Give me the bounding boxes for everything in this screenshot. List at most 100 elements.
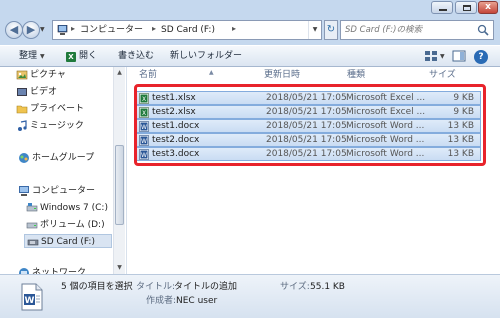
word-file-icon: W <box>139 135 149 146</box>
command-bar: 整理 ▼ X 開く 書き込む 新しいフォルダー ▼ ? <box>0 45 500 67</box>
minimize-icon <box>439 9 447 11</box>
maximize-button[interactable] <box>455 1 477 14</box>
breadcrumb-separator-icon[interactable]: ▸ <box>232 24 236 33</box>
refresh-icon: ↻ <box>326 24 336 35</box>
svg-text:W: W <box>141 152 147 159</box>
explorer-window: x ◀ ▶ ▼ ▸ コンピューター ▸ SD Card (F:) ▸ ▼ ↻ 整… <box>0 0 500 318</box>
column-header-date[interactable]: 更新日時 <box>264 69 300 81</box>
organize-menu[interactable]: 整理 ▼ <box>19 50 45 63</box>
title-value[interactable]: タイトルの追加 <box>174 281 237 293</box>
file-date: 2018/05/21 17:05 <box>266 107 347 117</box>
file-type: Microsoft Word ... <box>346 149 425 159</box>
svg-text:X: X <box>142 96 146 103</box>
address-bar[interactable]: ▸ コンピューター ▸ SD Card (F:) ▸ ▼ <box>52 20 322 40</box>
file-size: 9 KB <box>453 107 474 117</box>
svg-text:W: W <box>141 124 147 131</box>
nav-item-label: ミュージック <box>30 121 84 131</box>
maximize-icon <box>463 5 471 11</box>
nav-item-label: プライベート <box>30 104 85 114</box>
videos-icon <box>17 88 27 96</box>
column-header-label: 名前 <box>139 70 158 80</box>
search-input[interactable] <box>345 23 475 37</box>
file-list-pane: 名前 ▲ 更新日時 種類 サイズ X test1.xlsx 2018/05/21… <box>127 67 500 274</box>
address-history-dropdown[interactable]: ▼ <box>308 21 321 39</box>
file-row-test1-xlsx[interactable]: X test1.xlsx 2018/05/21 17:05 Microsoft … <box>135 91 481 105</box>
file-row-test2-docx[interactable]: W test2.docx 2018/05/21 17:05 Microsoft … <box>135 133 481 147</box>
file-row-test2-xlsx[interactable]: X test2.xlsx 2018/05/21 17:05 Microsoft … <box>135 105 481 119</box>
nav-item-sdcard[interactable]: SD Card (F:) <box>24 234 112 248</box>
file-size: 13 KB <box>447 121 474 131</box>
file-name: test1.docx <box>152 121 200 131</box>
nav-pane-scrollbar[interactable]: ▲ ▼ <box>113 67 125 274</box>
pictures-icon <box>16 70 28 80</box>
nav-item-label: ホームグループ <box>32 153 95 163</box>
file-size: 13 KB <box>447 135 474 145</box>
help-button[interactable]: ? <box>474 50 488 64</box>
scroll-down-icon[interactable]: ▼ <box>114 262 125 274</box>
minimize-button[interactable] <box>431 1 453 14</box>
close-button[interactable]: x <box>478 1 498 14</box>
scrollbar-thumb[interactable] <box>115 145 124 225</box>
recent-pages-dropdown[interactable]: ▼ <box>40 26 45 33</box>
nav-item-label: ネットワーク <box>32 268 87 274</box>
breadcrumb-sdcard[interactable]: SD Card (F:) <box>161 24 215 36</box>
excel-app-icon: X <box>66 52 76 62</box>
size-label: サイズ: <box>280 282 310 292</box>
music-icon <box>18 120 27 131</box>
organize-label: 整理 <box>19 51 38 61</box>
burn-button[interactable]: 書き込む <box>118 50 154 62</box>
burn-label: 書き込む <box>118 51 155 61</box>
size-value: 55.1 KB <box>310 282 345 292</box>
search-box[interactable] <box>340 20 494 40</box>
breadcrumb-computer[interactable]: コンピューター <box>80 24 143 36</box>
excel-file-icon: X <box>139 107 149 118</box>
svg-text:W: W <box>141 138 147 145</box>
breadcrumb-separator-icon[interactable]: ▸ <box>152 24 156 33</box>
computer-icon <box>57 25 68 35</box>
sort-ascending-icon: ▲ <box>209 69 214 76</box>
back-button[interactable]: ◀ <box>5 21 23 39</box>
forward-button[interactable]: ▶ <box>22 21 40 39</box>
author-label: 作成者: <box>146 296 177 306</box>
file-type: Microsoft Excel ... <box>346 107 426 117</box>
view-dropdown-icon[interactable]: ▼ <box>440 53 445 67</box>
new-folder-button[interactable]: 新しいフォルダー <box>170 50 242 62</box>
sdcard-icon <box>27 239 39 246</box>
preview-pane-icon[interactable] <box>452 49 466 63</box>
new-folder-label: 新しいフォルダー <box>170 51 243 61</box>
word-document-icon: W <box>21 283 43 311</box>
drive-icon <box>26 222 38 229</box>
file-name: test3.docx <box>152 149 200 159</box>
scroll-up-icon[interactable]: ▲ <box>114 67 125 79</box>
file-size: 9 KB <box>453 93 474 103</box>
back-arrow-icon: ◀ <box>9 23 19 36</box>
file-row-test3-docx[interactable]: W test3.docx 2018/05/21 17:05 Microsoft … <box>135 147 481 161</box>
selection-count: 5 個の項目を選択 <box>61 282 133 292</box>
open-label: 開く <box>79 51 98 61</box>
column-header-size[interactable]: サイズ <box>429 69 456 81</box>
refresh-button[interactable]: ↻ <box>324 20 338 40</box>
file-name: test2.docx <box>152 135 200 145</box>
open-button[interactable]: X 開く <box>66 50 97 62</box>
nav-item-label: ピクチャ <box>30 70 66 80</box>
file-type: Microsoft Word ... <box>346 135 425 145</box>
search-icon <box>477 24 489 36</box>
view-options-icon[interactable] <box>424 49 438 63</box>
file-date: 2018/05/21 17:05 <box>266 135 347 145</box>
title-label: タイトル: <box>136 282 176 292</box>
nav-item-label: コンピューター <box>32 186 96 196</box>
folder-icon <box>16 105 28 114</box>
column-header-name[interactable]: 名前 ▲ <box>139 69 214 81</box>
author-value[interactable]: NEC user <box>176 295 217 307</box>
file-row-test1-docx[interactable]: W test1.docx 2018/05/21 17:05 Microsoft … <box>135 119 481 133</box>
svg-text:W: W <box>25 296 35 306</box>
breadcrumb-separator-icon[interactable]: ▸ <box>71 24 75 33</box>
close-icon: x <box>485 2 491 12</box>
column-header-type[interactable]: 種類 <box>347 69 365 81</box>
chevron-down-icon: ▼ <box>40 53 45 60</box>
title-bar: x <box>0 0 500 14</box>
file-name: test1.xlsx <box>152 93 196 103</box>
word-file-icon: W <box>139 149 149 160</box>
homegroup-icon <box>19 153 29 163</box>
file-date: 2018/05/21 17:05 <box>266 121 347 131</box>
